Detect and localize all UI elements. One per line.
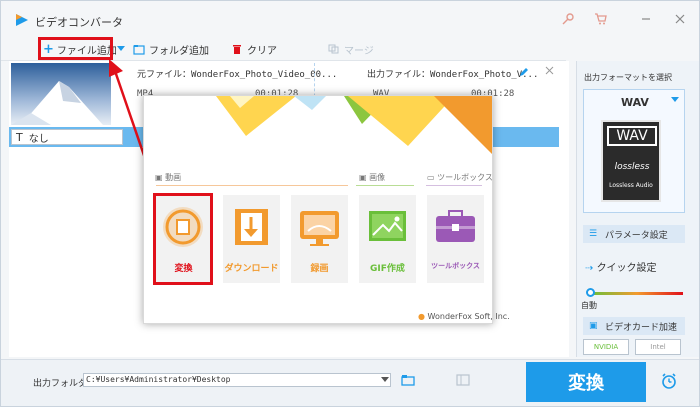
wav-card-lossless: lossless: [614, 162, 650, 172]
folder-icon: [133, 44, 145, 55]
format-dropdown-icon[interactable]: [671, 97, 679, 103]
image-section-rule: [356, 185, 414, 186]
tool-recorder[interactable]: 録画: [291, 195, 348, 283]
clear-label: クリア: [247, 45, 277, 57]
output-path-text: C:¥Users¥Administrator¥Desktop: [86, 375, 231, 384]
toolbox-icon: [436, 210, 475, 242]
highlight-box-convert: [153, 193, 213, 285]
gif-maker-icon: [369, 211, 406, 241]
quality-slider-track[interactable]: [591, 292, 683, 295]
minimize-icon[interactable]: [637, 10, 655, 28]
tool-toolbox[interactable]: ツールボックス: [427, 195, 484, 283]
merge-button[interactable]: マージ: [328, 40, 374, 58]
parameter-settings-button[interactable]: ☰ パラメータ設定: [583, 225, 685, 243]
subtitle-value: なし: [28, 133, 49, 145]
video-section-rule: [156, 185, 348, 186]
convert-button[interactable]: 変換: [526, 362, 646, 402]
sliders-icon: ☰: [589, 229, 598, 239]
intel-label: Intel: [650, 343, 666, 351]
download-label: ダウンロード: [224, 264, 279, 274]
gif-maker-label: GIF作成: [370, 264, 405, 274]
image-section-icon: ▣: [359, 173, 370, 182]
mountain-image: [11, 81, 103, 125]
quick-settings-label: クイック設定: [596, 263, 657, 274]
output-dropdown-icon[interactable]: [381, 377, 389, 383]
wav-card-title: WAV: [607, 126, 657, 146]
quick-settings: ⇢ クイック設定: [585, 259, 657, 274]
toolbox-section-label: ▭ ツールボックス: [427, 172, 493, 183]
merge-label: マージ: [344, 45, 374, 57]
chevron-down-icon: [117, 46, 125, 51]
app-title: ビデオコンバータ: [35, 16, 123, 29]
nvidia-label: NVIDIA: [593, 343, 619, 351]
convert-button-label: 変換: [568, 373, 604, 394]
title-bar: ビデオコンバータ: [1, 1, 699, 37]
gpu-accel-label: ビデオカード加速: [605, 322, 678, 333]
video-thumbnail[interactable]: [11, 63, 111, 125]
add-folder-label: フォルダ追加: [149, 45, 209, 57]
credit-text: WonderFox Soft, Inc.: [427, 312, 510, 321]
popup-banner: [216, 96, 492, 154]
slider-auto-label: 自動: [581, 301, 597, 310]
add-file-dropdown[interactable]: [117, 40, 125, 58]
toolbox-label: ツールボックス: [431, 262, 480, 270]
output-file-row: 出力ファイル：WonderFox_Photo_V...: [367, 67, 538, 80]
video-section-text: 動画: [165, 173, 182, 182]
cart-icon[interactable]: [591, 10, 609, 28]
remove-item-icon[interactable]: [545, 66, 554, 75]
key-icon[interactable]: [559, 10, 577, 28]
source-filename: WonderFox_Photo_Video_00...: [191, 70, 338, 80]
merge-icon: [328, 44, 339, 54]
intel-badge: Intel: [635, 339, 681, 355]
wav-format-card: WAV lossless Lossless Audio: [601, 120, 661, 202]
image-section-label: ▣ 画像: [359, 172, 385, 183]
parameter-settings-label: パラメータ設定: [605, 230, 668, 241]
edit-icon[interactable]: [519, 67, 529, 77]
add-folder-button[interactable]: フォルダ追加: [133, 40, 209, 58]
toolbox-section-text: ツールボックス: [437, 173, 493, 182]
recorder-icon: [300, 211, 339, 246]
selected-format-name: WAV: [621, 96, 649, 109]
video-section-label: ▣ 動画: [155, 172, 181, 183]
close-icon[interactable]: [671, 10, 689, 28]
video-section-icon: ▣: [155, 173, 166, 182]
output-label: 出力ファイル：: [367, 70, 431, 80]
recorder-label: 録画: [310, 264, 329, 274]
toolbox-section-icon: ▭: [427, 173, 438, 182]
alarm-clock-icon[interactable]: [660, 372, 678, 390]
app-window: ビデオコンバータ + ファイル追加 フォルダ追加 クリア マージ 元ファイル：W…: [0, 0, 700, 407]
quality-slider-handle[interactable]: [586, 288, 595, 297]
chip-icon: ▣: [589, 321, 598, 331]
text-icon: T: [16, 130, 23, 144]
tool-gif-maker[interactable]: GIF作成: [359, 195, 416, 283]
app-logo-icon: [16, 14, 28, 26]
nvidia-badge: NVIDIA: [583, 339, 629, 355]
output-settings-icon[interactable]: [456, 374, 470, 386]
image-section-text: 画像: [369, 173, 386, 182]
wav-card-subtitle: Lossless Audio: [609, 182, 653, 189]
trash-icon: [233, 44, 241, 54]
gpu-accel-button[interactable]: ▣ ビデオカード加速: [583, 317, 685, 335]
open-folder-icon[interactable]: [401, 374, 415, 386]
toolbox-section-rule: [426, 185, 482, 186]
format-panel-title: 出力フォーマットを選択: [584, 73, 672, 82]
clear-button[interactable]: クリア: [232, 40, 277, 58]
download-icon: [235, 209, 268, 245]
wonderfox-logo-icon: ●: [418, 312, 428, 321]
quick-arrow-icon: ⇢: [585, 263, 597, 274]
popup-credit: ● WonderFox Soft, Inc.: [418, 312, 510, 321]
output-folder-field[interactable]: C:¥Users¥Administrator¥Desktop: [83, 373, 391, 387]
tool-download[interactable]: ダウンロード: [223, 195, 280, 283]
